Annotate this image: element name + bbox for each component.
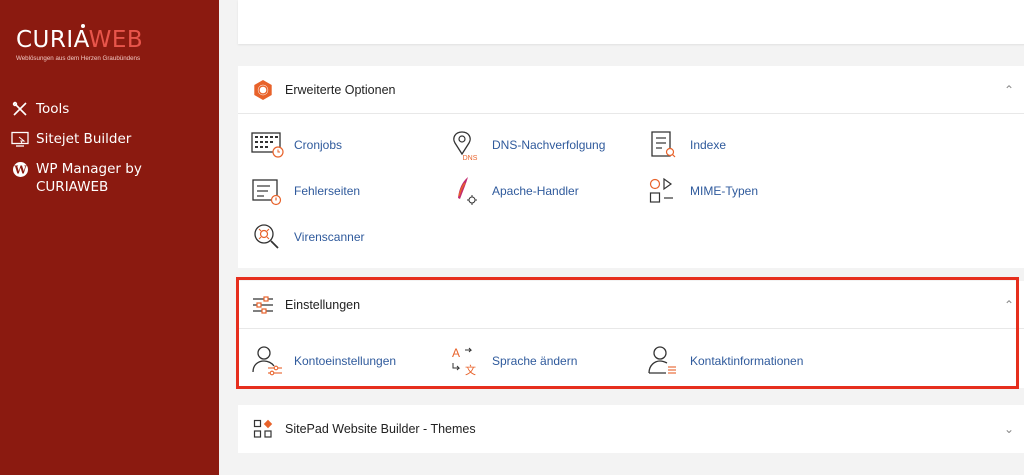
section-advanced-options: Erweiterte Optionen ⌃ Cronjobs DNS DNS-N…: [238, 66, 1024, 268]
previous-section-card: [238, 0, 1024, 44]
indexes-icon: [646, 128, 680, 162]
svg-text:DNS: DNS: [463, 155, 478, 162]
tool-indexes[interactable]: Indexe: [646, 128, 726, 162]
logo-wordmark: CURIAWEB: [16, 24, 144, 53]
logo-part1: CURIA: [16, 27, 89, 53]
apache-icon: [448, 174, 482, 208]
tool-label: DNS-Nachverfolgung: [492, 138, 606, 152]
logo-tagline: Weblösungen aus dem Herzen Graubündens: [16, 55, 141, 62]
chevron-down-icon[interactable]: ⌄: [1004, 422, 1014, 436]
tool-mime-types[interactable]: MIME-Typen: [646, 174, 758, 208]
tool-dns-tracking[interactable]: DNS DNS-Nachverfolgung: [448, 128, 605, 162]
sidebar-item-label: Tools: [36, 101, 70, 117]
section-sitepad-themes: SitePad Website Builder - Themes ⌄: [238, 405, 1024, 453]
main-content: Erweiterte Optionen ⌃ Cronjobs DNS DNS-N…: [219, 0, 1024, 475]
brand-logo[interactable]: CURIAWEB Weblösungen aus dem Herzen Grau…: [16, 24, 144, 62]
sidebar-item-tools[interactable]: Tools: [10, 100, 210, 118]
tool-cronjobs[interactable]: Cronjobs: [250, 128, 342, 162]
error-pages-icon: [250, 174, 284, 208]
gear-icon: [252, 79, 274, 101]
section-title: Erweiterte Optionen: [285, 82, 396, 97]
sitejet-icon: [10, 130, 30, 148]
sidebar-item-wp-manager[interactable]: W WP Manager by CURIAWEB: [10, 160, 210, 196]
logo-dot: [81, 24, 85, 28]
virus-scanner-icon: [250, 220, 284, 254]
dns-icon: DNS: [448, 128, 482, 162]
themes-icon: [252, 418, 274, 440]
tool-label: Indexe: [690, 138, 727, 152]
highlight-frame: [236, 277, 1019, 389]
section-title: SitePad Website Builder - Themes: [285, 422, 476, 436]
tool-apache-handlers[interactable]: Apache-Handler: [448, 174, 579, 208]
sidebar-item-sitejet[interactable]: Sitejet Builder: [10, 130, 210, 148]
tool-label: MIME-Typen: [690, 184, 759, 198]
tool-label: Cronjobs: [294, 138, 343, 152]
mime-icon: [646, 174, 680, 208]
tool-error-pages[interactable]: Fehlerseiten: [250, 174, 360, 208]
sidebar-item-label: WP Manager by CURIAWEB: [36, 161, 142, 195]
chevron-up-icon[interactable]: ⌃: [1004, 83, 1014, 97]
tool-virus-scanner[interactable]: Virenscanner: [250, 220, 365, 254]
logo-part2: WEB: [88, 27, 144, 53]
tool-label: Virenscanner: [294, 230, 365, 244]
cronjobs-icon: [250, 128, 284, 162]
tool-label: Fehlerseiten: [294, 184, 361, 198]
section-header-sitepad[interactable]: SitePad Website Builder - Themes ⌄: [238, 405, 1024, 453]
wordpress-icon: W: [10, 160, 30, 178]
section-header-advanced[interactable]: Erweiterte Optionen ⌃: [238, 66, 1024, 114]
tools-icon: [10, 100, 30, 118]
tool-label: Apache-Handler: [492, 184, 579, 198]
sidebar-nav: Tools Sitejet Builder W WP Manager by CU…: [10, 100, 210, 208]
sidebar: CURIAWEB Weblösungen aus dem Herzen Grau…: [0, 0, 219, 475]
svg-text:W: W: [13, 163, 27, 176]
sidebar-item-label: Sitejet Builder: [36, 131, 132, 147]
